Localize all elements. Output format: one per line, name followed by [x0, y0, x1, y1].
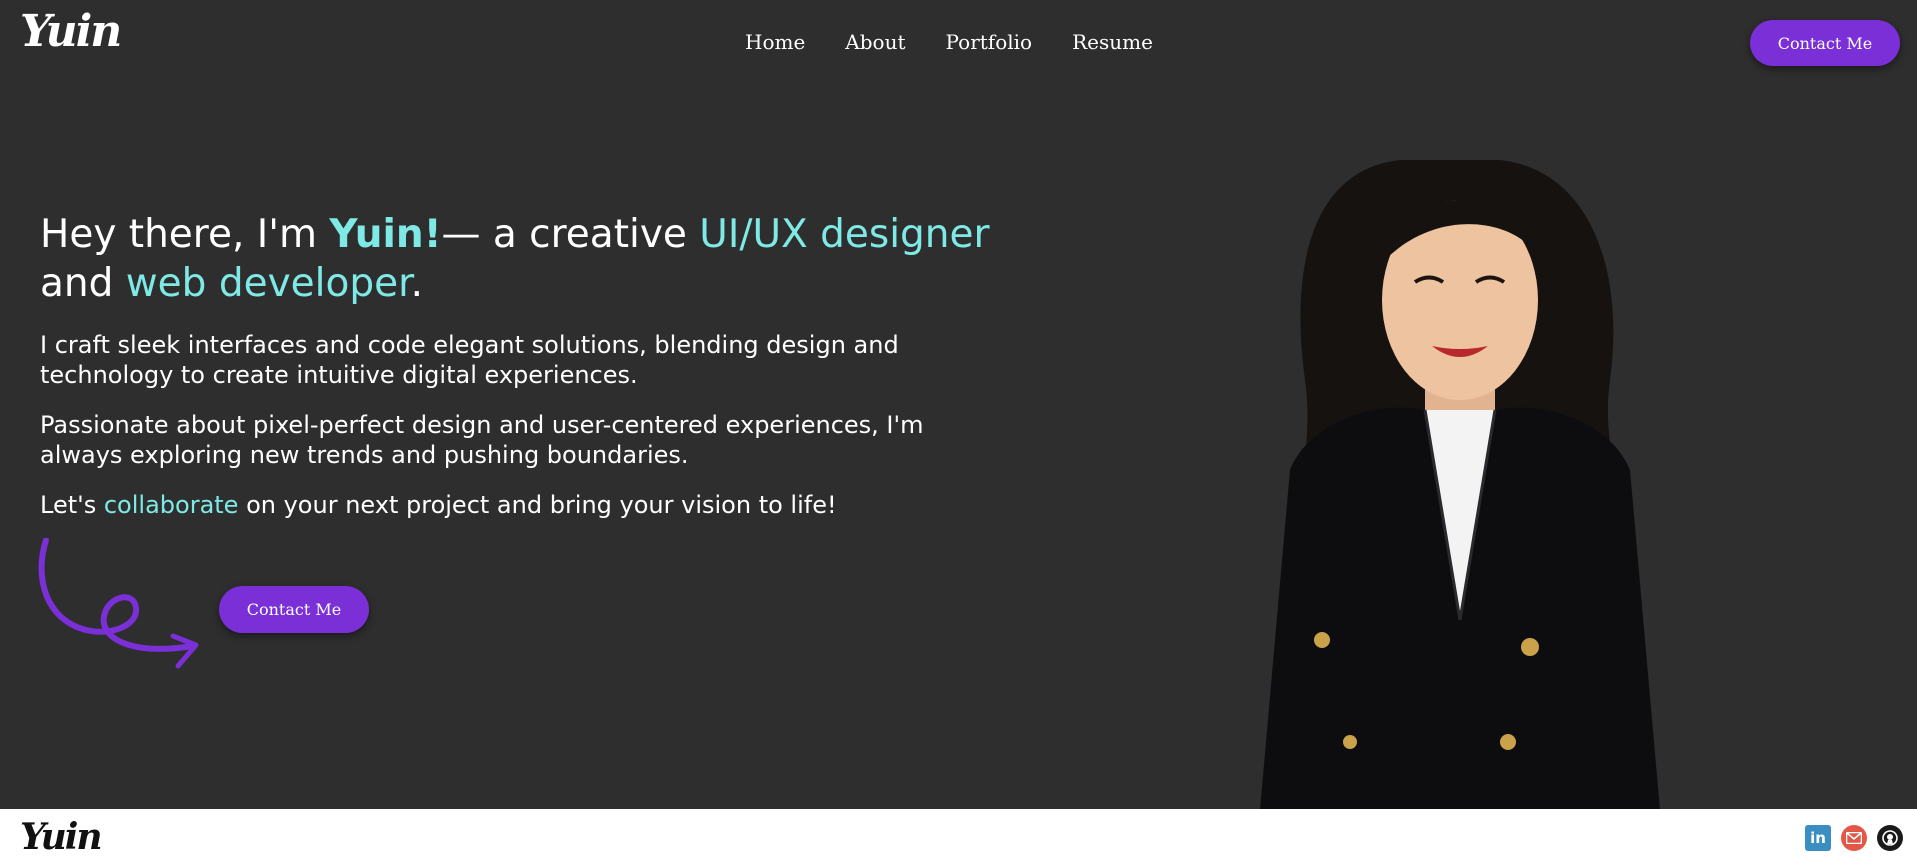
- hero-paragraph-2: Passionate about pixel-perfect design an…: [40, 411, 924, 469]
- header-contact-button[interactable]: Contact Me: [1750, 20, 1900, 66]
- github-icon[interactable]: [1877, 825, 1903, 851]
- paragraph3-part1: Let's: [40, 491, 104, 519]
- hero-headline: Hey there, I'm Yuin!— a creative UI/UX d…: [40, 210, 1000, 308]
- paragraph3-highlight: collaborate: [103, 491, 239, 519]
- headline-role-developer: web developer: [125, 261, 411, 306]
- nav-portfolio[interactable]: Portfolio: [946, 28, 1033, 56]
- paragraph3-part2: on your next project and bring your visi…: [238, 491, 837, 519]
- site-footer: Yuin in: [0, 809, 1917, 867]
- hero-contact-button[interactable]: Contact Me: [219, 586, 369, 633]
- nav-about[interactable]: About: [845, 28, 905, 56]
- envelope-icon: [1846, 832, 1862, 844]
- social-links: in: [1805, 825, 1903, 851]
- email-icon[interactable]: [1841, 825, 1867, 851]
- octocat-icon: [1882, 830, 1898, 846]
- linkedin-icon[interactable]: in: [1805, 825, 1831, 851]
- portrait-photo: [1260, 160, 1660, 810]
- main-nav: Home About Portfolio Resume: [745, 28, 1153, 56]
- headline-part3: and: [40, 261, 126, 306]
- footer-logo[interactable]: Yuin: [20, 819, 103, 855]
- headline-part1: Hey there, I'm: [40, 212, 330, 257]
- hero-section: Hey there, I'm Yuin!— a creative UI/UX d…: [40, 210, 1000, 540]
- page: Yuin Home About Portfolio Resume Contact…: [0, 0, 1917, 867]
- headline-part2: — a creative: [441, 212, 700, 257]
- headline-name: Yuin!: [329, 212, 442, 257]
- headline-role-designer: UI/UX designer: [699, 212, 990, 257]
- site-logo[interactable]: Yuin: [20, 10, 122, 54]
- nav-home[interactable]: Home: [745, 28, 805, 56]
- hero-paragraph-1: I craft sleek interfaces and code elegan…: [40, 331, 899, 389]
- hero-paragraph-3: Let's collaborate on your next project a…: [40, 490, 1000, 520]
- nav-resume[interactable]: Resume: [1072, 28, 1153, 56]
- headline-part4: .: [410, 261, 423, 306]
- site-header: Yuin Home About Portfolio Resume Contact…: [0, 0, 1917, 86]
- curly-arrow-icon: [38, 538, 199, 669]
